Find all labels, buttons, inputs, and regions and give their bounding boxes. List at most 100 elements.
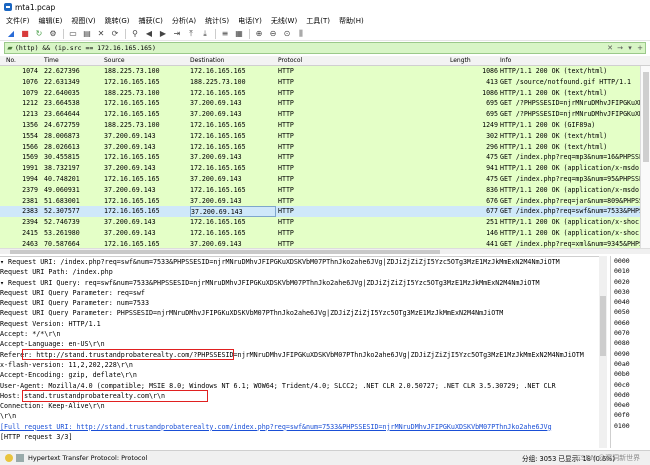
menu-telephony[interactable]: 电话(Y) — [238, 16, 262, 26]
packet-destination: 172.16.165.165 — [190, 88, 246, 97]
packet-row[interactable]: 1991 38.732197 37.200.69.143 172.16.165.165… — [0, 163, 650, 174]
reload-file-icon[interactable]: ⟳ — [110, 29, 120, 39]
detail-row[interactable]: [Full request URI: http://stand.trustand… — [0, 422, 607, 432]
packet-protocol: HTTP — [278, 153, 294, 162]
packet-row[interactable]: 1569 30.455815 172.16.165.165 37.200.69.143… — [0, 152, 650, 164]
packet-list-header: No. Time Source Destination Protocol Len… — [0, 56, 650, 66]
packet-protocol: HTTP — [278, 164, 294, 173]
detail-row[interactable]: ▾ Request URI Query: req=swf&num=7533&PH… — [0, 278, 607, 288]
go-back-icon[interactable]: ◀ — [144, 29, 154, 39]
menu-wireless[interactable]: 无线(W) — [271, 16, 297, 26]
start-capture-icon[interactable]: ◢ — [6, 29, 16, 39]
detail-row[interactable]: Accept: */*\r\n — [0, 329, 607, 339]
last-packet-icon[interactable]: ⤓ — [200, 29, 210, 39]
first-packet-icon[interactable]: ⤒ — [186, 29, 196, 39]
hex-offset: 0050 — [614, 308, 630, 317]
packet-source: 37.200.69.143 — [104, 218, 156, 227]
packet-row[interactable]: 1213 23.664644 172.16.165.165 37.200.69.143… — [0, 109, 650, 120]
packet-source: 172.16.165.165 — [104, 174, 160, 183]
column-header-info[interactable]: Info — [500, 56, 650, 66]
menu-capture[interactable]: 捕获(C) — [139, 16, 163, 26]
save-file-icon[interactable]: ▤ — [82, 29, 92, 39]
bookmark-icon[interactable]: ▰ — [5, 43, 15, 53]
detail-row[interactable]: Request Version: HTTP/1.1 — [0, 319, 607, 329]
menu-analyze[interactable]: 分析(A) — [172, 16, 196, 26]
open-file-icon[interactable]: ▭ — [68, 29, 78, 39]
packet-row[interactable]: 2415 53.261980 37.200.69.143 172.16.165.165… — [0, 227, 650, 239]
capture-comment-icon[interactable] — [16, 454, 24, 462]
packet-row[interactable]: 2383 52.307577 172.16.165.165 37.200.69.143… — [0, 206, 650, 218]
autoscroll-icon[interactable]: ≡ — [220, 29, 230, 39]
stop-capture-icon[interactable]: ■ — [20, 29, 30, 39]
detail-row[interactable]: [HTTP request 3/3] — [0, 432, 607, 442]
clear-filter-icon[interactable]: ✕ — [605, 43, 615, 53]
detail-row[interactable]: Request URI Query Parameter: num=7533 — [0, 298, 607, 308]
packet-row[interactable]: 1079 22.640035 188.225.73.100 172.16.165.16… — [0, 87, 650, 99]
display-filter-input[interactable] — [15, 43, 605, 53]
packet-row[interactable]: 1074 22.627396 188.225.73.100 172.16.165.16… — [0, 66, 650, 77]
detail-row[interactable]: Request URI Query Parameter: req=swf — [0, 288, 607, 298]
hscrollbar-thumb[interactable] — [10, 250, 440, 254]
packet-time: 51.683001 — [44, 196, 80, 205]
detail-row[interactable]: ▾ Request URI: /index.php?req=swf&num=75… — [0, 257, 607, 267]
menu-statistics[interactable]: 统计(S) — [205, 16, 229, 26]
packet-row[interactable]: 1994 40.748201 172.16.165.165 37.200.69.143… — [0, 173, 650, 185]
go-to-packet-icon[interactable]: ⇥ — [172, 29, 182, 39]
scrollbar-thumb[interactable] — [643, 72, 649, 162]
packet-row[interactable]: 2394 52.746739 37.200.69.143 172.16.165.165… — [0, 217, 650, 228]
packet-row[interactable]: 2379 49.060931 37.200.69.143 172.16.165.165… — [0, 184, 650, 196]
packet-time: 23.664538 — [44, 99, 80, 108]
column-header-source[interactable]: Source — [104, 56, 188, 66]
column-header-protocol[interactable]: Protocol — [278, 56, 408, 66]
detail-row[interactable]: User-Agent: Mozilla/4.0 (compatible; MSI… — [0, 381, 607, 391]
menu-view[interactable]: 视图(V) — [71, 16, 95, 26]
go-forward-icon[interactable]: ▶ — [158, 29, 168, 39]
column-header-no[interactable]: No. — [6, 56, 34, 66]
details-scrollbar[interactable] — [599, 256, 607, 448]
column-header-destination[interactable]: Destination — [190, 56, 276, 66]
detail-row[interactable]: x-flash-version: 11,2,202,228\r\n — [0, 360, 607, 370]
menu-go[interactable]: 跳转(G) — [105, 16, 130, 26]
detail-row[interactable]: Accept-Language: en-US\r\n — [0, 339, 607, 349]
packet-row[interactable]: 1076 22.631349 172.16.165.165 188.225.73.10… — [0, 76, 650, 88]
menu-file[interactable]: 文件(F) — [6, 16, 30, 26]
hex-offset: 00c0 — [614, 380, 630, 389]
menu-help[interactable]: 帮助(H) — [339, 16, 364, 26]
find-packet-icon[interactable]: ⚲ — [130, 29, 140, 39]
detail-row[interactable]: Accept-Encoding: gzip, deflate\r\n — [0, 370, 607, 380]
packet-list-hscrollbar[interactable] — [0, 248, 650, 254]
menu-edit[interactable]: 编辑(E) — [39, 16, 63, 26]
column-header-length[interactable]: Length — [450, 56, 496, 66]
toolbar-separator — [125, 28, 126, 39]
menu-tools[interactable]: 工具(T) — [306, 16, 330, 26]
zoom-reset-icon[interactable]: ⊙ — [282, 29, 292, 39]
add-filter-icon[interactable]: + — [635, 43, 645, 53]
filter-history-icon[interactable]: ▾ — [625, 43, 635, 53]
close-file-icon[interactable]: ✕ — [96, 29, 106, 39]
zoom-out-icon[interactable]: ⊖ — [268, 29, 278, 39]
detail-row[interactable]: Request URI Query Parameter: PHPSSESID=n… — [0, 308, 607, 318]
packet-time: 28.006873 — [44, 131, 80, 140]
restart-capture-icon[interactable]: ↻ — [34, 29, 44, 39]
packet-source: 188.225.73.100 — [104, 120, 160, 129]
packet-list-scrollbar[interactable] — [640, 66, 650, 248]
packet-protocol: HTTP — [278, 110, 294, 119]
resize-columns-icon[interactable]: ⫼ — [296, 29, 306, 39]
column-header-time[interactable]: Time — [44, 56, 96, 66]
packet-source: 172.16.165.165 — [104, 207, 160, 216]
packet-row[interactable]: 1566 28.026613 37.200.69.143 172.16.165.165… — [0, 141, 650, 153]
detail-row[interactable]: \r\n — [0, 411, 607, 421]
detail-row[interactable]: Connection: Keep-Alive\r\n — [0, 401, 607, 411]
colorize-icon[interactable]: ▦ — [234, 29, 244, 39]
packet-row[interactable]: 1356 24.672759 188.225.73.100 172.16.165.16… — [0, 119, 650, 131]
packet-row[interactable]: 2381 51.683001 172.16.165.165 37.200.69.143… — [0, 195, 650, 207]
packet-row[interactable]: 1212 23.664538 172.16.165.165 37.200.69.143… — [0, 98, 650, 110]
detail-row[interactable]: Request URI Path: /index.php — [0, 267, 607, 277]
expert-info-icon[interactable] — [5, 454, 13, 462]
apply-filter-icon[interactable]: → — [615, 43, 625, 53]
packet-time: 53.261980 — [44, 228, 80, 237]
packet-row[interactable]: 1554 28.006873 37.200.69.143 172.16.165.165… — [0, 130, 650, 142]
zoom-in-icon[interactable]: ⊕ — [254, 29, 264, 39]
capture-options-icon[interactable]: ⚙ — [48, 29, 58, 39]
details-scrollbar-thumb[interactable] — [600, 296, 606, 356]
